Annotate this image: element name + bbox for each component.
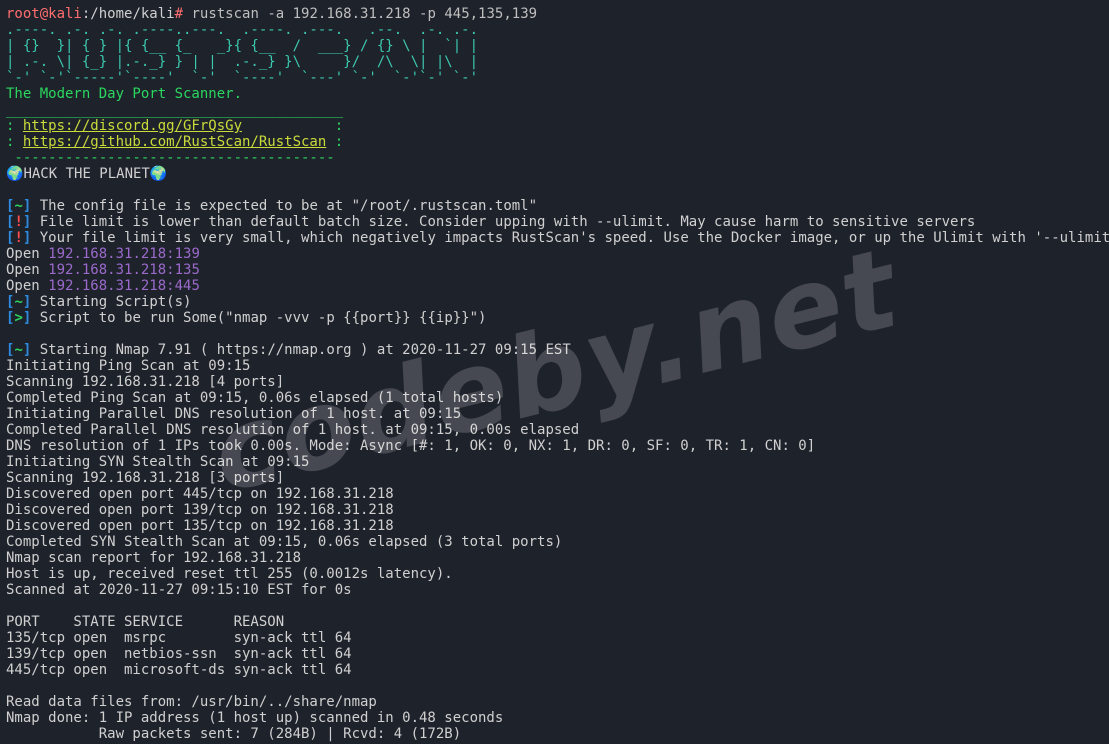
- nmap-table-row: 139/tcp open netbios-ssn syn-ack ttl 64: [6, 646, 352, 662]
- ascii-art-line: | {} }| { } |{ {__ {_ _}{ {__ / ___} / {…: [6, 38, 478, 54]
- open-port-address: 192.168.31.218:445: [48, 278, 200, 294]
- tilde-icon: ~: [14, 342, 22, 358]
- open-label: Open: [6, 262, 48, 278]
- nmap-output-line: Initiating Ping Scan at 09:15: [6, 358, 250, 374]
- nmap-output-line: Read data files from: /usr/bin/../share/…: [6, 694, 377, 710]
- nmap-table-row: 445/tcp open microsoft-ds syn-ack ttl 64: [6, 662, 352, 678]
- warn-line: File limit is lower than default batch s…: [40, 214, 976, 230]
- bracket: ]: [23, 230, 31, 246]
- link-pad: [242, 118, 335, 134]
- tagline: The Modern Day Port Scanner.: [6, 86, 242, 102]
- ascii-art-line: .----. .-. .-. .----..---. .----. .---. …: [6, 22, 478, 38]
- starting-nmap: Starting Nmap 7.91 ( https://nmap.org ) …: [40, 342, 571, 358]
- nmap-output-line: Raw packets sent: 7 (284B) | Rcvd: 4 (17…: [6, 726, 461, 742]
- nmap-table-header: PORT STATE SERVICE REASON: [6, 614, 284, 630]
- nmap-output-line: Host is up, received reset ttl 255 (0.00…: [6, 566, 453, 582]
- nmap-output-line: Nmap scan report for 192.168.31.218: [6, 550, 301, 566]
- starting-scripts: Starting Script(s): [40, 294, 192, 310]
- nmap-output-line: Discovered open port 139/tcp on 192.168.…: [6, 502, 394, 518]
- warn-line: Your file limit is very small, which neg…: [40, 230, 1109, 246]
- nmap-output-line: DNS resolution of 1 IPs took 0.00s. Mode…: [6, 438, 815, 454]
- github-link[interactable]: https://github.com/RustScan/RustScan: [23, 134, 326, 150]
- ascii-art-line: `-' `-'`-----'`----' `-' `----' `---' `-…: [6, 70, 478, 86]
- nmap-output-line: Completed SYN Stealth Scan at 09:15, 0.0…: [6, 534, 562, 550]
- hack-the-planet: HACK THE PLANET: [23, 166, 149, 182]
- open-label: Open: [6, 246, 48, 262]
- prompt-hash: #: [175, 6, 183, 22]
- globe-icon: 🌍: [150, 166, 167, 182]
- prompt-path: /home/kali: [90, 6, 174, 22]
- nmap-output-line: Initiating SYN Stealth Scan at 09:15: [6, 454, 309, 470]
- nmap-output-line: Initiating Parallel DNS resolution of 1 …: [6, 406, 461, 422]
- separator-line: --------------------------------------: [6, 150, 335, 166]
- nmap-output-line: Discovered open port 135/tcp on 192.168.…: [6, 518, 394, 534]
- tilde-icon: ~: [14, 198, 22, 214]
- ascii-art-line: | .-. \| {_} |.-._} } | | .-._} }\ }/ /\…: [6, 54, 478, 70]
- discord-link[interactable]: https://discord.gg/GFrQsGy: [23, 118, 242, 134]
- bang-icon: !: [14, 214, 22, 230]
- command-text: rustscan -a 192.168.31.218 -p 445,135,13…: [191, 6, 537, 22]
- link-pad: [326, 134, 334, 150]
- open-port-address: 192.168.31.218:135: [48, 262, 200, 278]
- tilde-icon: ~: [14, 294, 22, 310]
- open-port-address: 192.168.31.218:139: [48, 246, 200, 262]
- nmap-table-row: 135/tcp open msrpc syn-ack ttl 64: [6, 630, 352, 646]
- nmap-output-line: Scanning 192.168.31.218 [3 ports]: [6, 470, 284, 486]
- nmap-output-line: Completed Parallel DNS resolution of 1 h…: [6, 422, 579, 438]
- nmap-output-line: Scanning 192.168.31.218 [4 ports]: [6, 374, 284, 390]
- nmap-output-line: Scanned at 2020-11-27 09:15:10 EST for 0…: [6, 582, 352, 598]
- gt-icon: >: [14, 310, 22, 326]
- prompt-userhost: root@kali: [6, 6, 82, 22]
- link-prefix: :: [6, 134, 23, 150]
- nmap-output-line: Completed Ping Scan at 09:15, 0.06s elap…: [6, 390, 503, 406]
- bracket: ]: [23, 198, 31, 214]
- globe-icon: 🌍: [6, 166, 23, 182]
- link-prefix: :: [6, 118, 23, 134]
- config-line: The config file is expected to be at "/r…: [40, 198, 537, 214]
- link-suffix: :: [335, 118, 343, 134]
- bracket: ]: [23, 214, 31, 230]
- bracket: ]: [23, 342, 31, 358]
- bracket: ]: [23, 310, 31, 326]
- nmap-output-line: Discovered open port 445/tcp on 192.168.…: [6, 486, 394, 502]
- separator-line: ________________________________________: [6, 102, 343, 118]
- open-label: Open: [6, 278, 48, 294]
- script-run: Script to be run Some("nmap -vvv -p {{po…: [40, 310, 487, 326]
- link-suffix: :: [335, 134, 343, 150]
- terminal-screen[interactable]: root@kali: /home/kali# rustscan -a 192.16…: [0, 0, 1109, 744]
- bracket: ]: [23, 294, 31, 310]
- bang-icon: !: [14, 230, 22, 246]
- nmap-output-line: Nmap done: 1 IP address (1 host up) scan…: [6, 710, 503, 726]
